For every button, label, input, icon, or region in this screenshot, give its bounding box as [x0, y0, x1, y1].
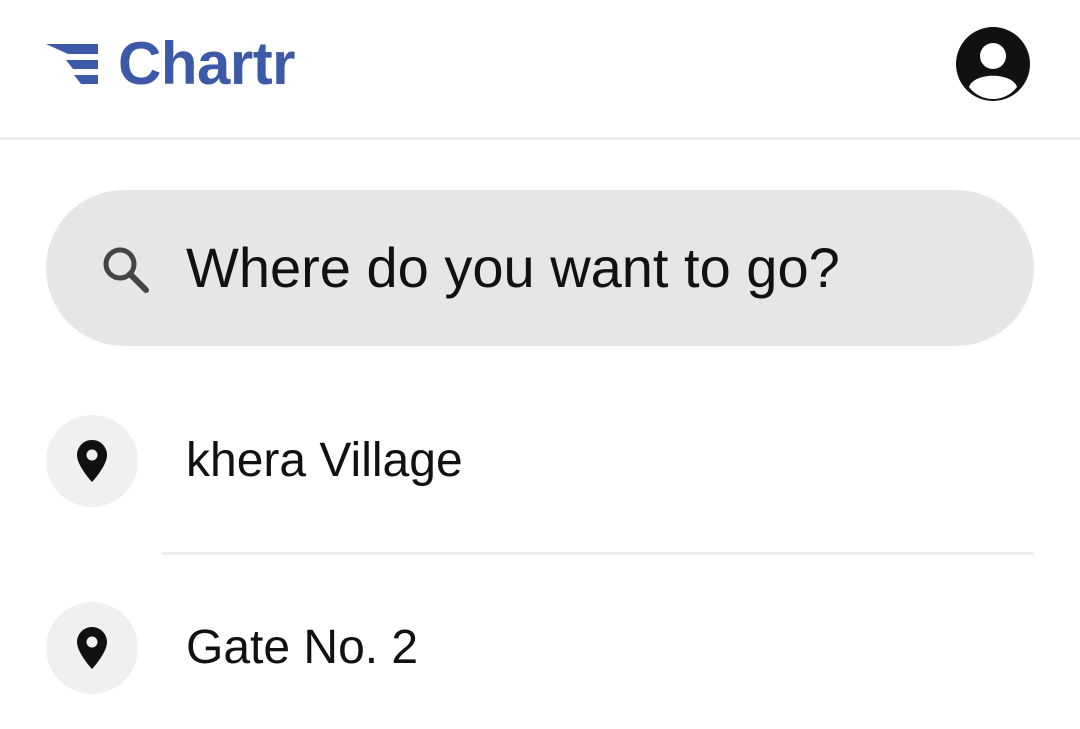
chartr-logo-icon [46, 40, 98, 88]
search-input[interactable]: Where do you want to go? [46, 190, 1034, 346]
suggestion-label: khera Village [186, 434, 463, 487]
app-header: Chartr [0, 0, 1080, 140]
profile-button[interactable] [954, 25, 1032, 103]
suggestion-item[interactable]: khera Village [46, 415, 1034, 507]
app-screen: Chartr Where do you want to go? khera Vi… [0, 0, 1080, 729]
brand[interactable]: Chartr [46, 30, 296, 98]
location-pin-icon [77, 440, 107, 482]
suggestion-label: Gate No. 2 [186, 621, 419, 674]
account-circle-icon [956, 27, 1030, 101]
brand-name: Chartr [118, 30, 296, 97]
suggestion-item[interactable]: Gate No. 2 [46, 602, 1034, 694]
location-pin-icon [77, 627, 107, 669]
search-icon [103, 247, 149, 293]
location-pin-badge [46, 602, 138, 694]
search-placeholder: Where do you want to go? [186, 236, 840, 299]
location-pin-badge [46, 415, 138, 507]
list-divider [162, 552, 1034, 555]
